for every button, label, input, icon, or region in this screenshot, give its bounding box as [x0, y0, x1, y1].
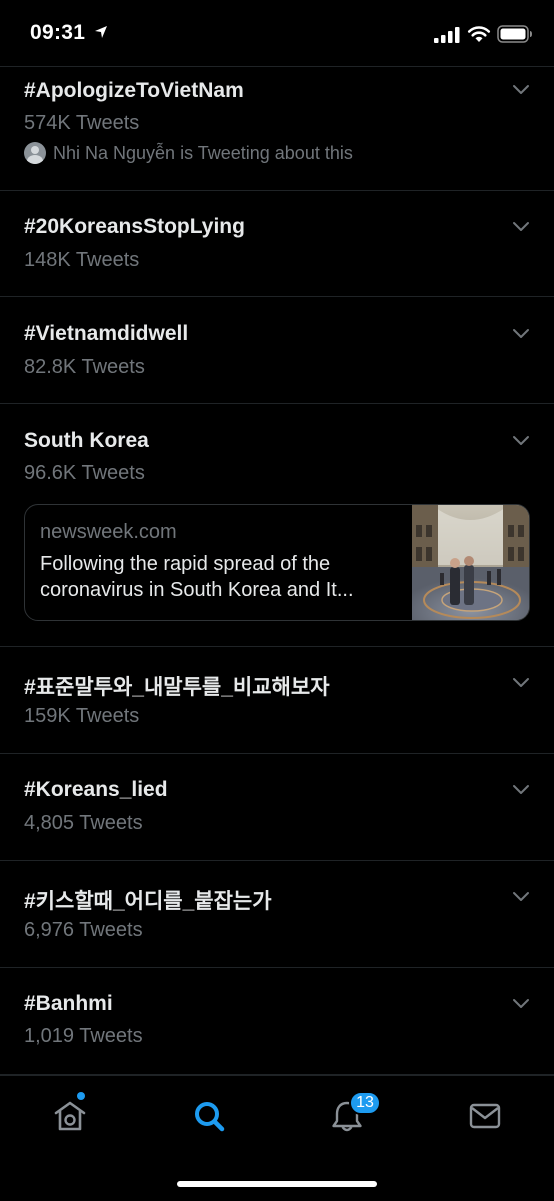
- location-arrow-icon: [95, 26, 107, 38]
- news-source: newsweek.com: [40, 521, 177, 543]
- status-time: 09:31: [30, 21, 86, 44]
- chevron-down-icon[interactable]: [512, 221, 530, 233]
- news-thumbnail-image: [412, 505, 529, 620]
- chevron-down-icon[interactable]: [512, 891, 530, 903]
- trend-tweet-count: 6,976 Tweets: [24, 919, 143, 941]
- trend-title: #ApologizeToVietNam: [24, 79, 244, 102]
- trend-title: #Koreans_lied: [24, 778, 168, 801]
- trend-title: #20KoreansStopLying: [24, 215, 245, 238]
- news-card[interactable]: newsweek.com Following the rapid spread …: [24, 504, 530, 621]
- tweeting-about-this: Nhi Na Nguyễn is Tweeting about this: [24, 142, 353, 164]
- trend-tweet-count: 4,805 Tweets: [24, 812, 143, 834]
- home-icon[interactable]: [50, 1096, 90, 1136]
- trend-item[interactable]: #ApologizeToVietNam 574K Tweets Nhi Na N…: [0, 66, 554, 191]
- chevron-down-icon[interactable]: [512, 998, 530, 1010]
- trend-title: #Banhmi: [24, 992, 113, 1015]
- wifi-icon: [467, 26, 491, 42]
- trend-item[interactable]: #Vietnamdidwell 82.8K Tweets: [0, 297, 554, 404]
- home-indicator[interactable]: [177, 1181, 377, 1187]
- trend-title: #표준말투와_내말투를_비교해보자: [24, 676, 330, 699]
- trend-tweet-count: 82.8K Tweets: [24, 356, 145, 378]
- status-bar: 09:31: [0, 0, 554, 67]
- trend-tweet-count: 159K Tweets: [24, 705, 140, 727]
- trend-title: #키스할때_어디를_붙잡는가: [24, 890, 272, 913]
- trend-item[interactable]: #표준말투와_내말투를_비교해보자 159K Tweets: [0, 647, 554, 754]
- trend-item[interactable]: #키스할때_어디를_붙잡는가 6,976 Tweets: [0, 861, 554, 968]
- trend-item[interactable]: #20KoreansStopLying 148K Tweets: [0, 191, 554, 297]
- trend-tweet-count: 96.6K Tweets: [24, 462, 145, 484]
- trend-item[interactable]: #Koreans_lied 4,805 Tweets: [0, 754, 554, 861]
- chevron-down-icon[interactable]: [512, 784, 530, 796]
- chevron-down-icon[interactable]: [512, 84, 530, 96]
- bottom-tab-bar: 13: [0, 1075, 554, 1201]
- battery-icon: [497, 25, 532, 43]
- trend-item[interactable]: #Banhmi 1,019 Tweets: [0, 968, 554, 1075]
- trend-item[interactable]: South Korea 96.6K Tweets newsweek.com Fo…: [0, 404, 554, 647]
- chevron-down-icon[interactable]: [512, 435, 530, 447]
- trend-tweet-count: 574K Tweets: [24, 112, 140, 134]
- trend-title: South Korea: [24, 429, 149, 452]
- messages-icon[interactable]: [465, 1096, 505, 1136]
- avatar: [24, 142, 46, 164]
- search-icon[interactable]: [189, 1096, 229, 1136]
- tweeting-text: Nhi Na Nguyễn is Tweeting about this: [53, 142, 353, 163]
- new-content-dot: [77, 1092, 85, 1100]
- news-headline: Following the rapid spread of the corona…: [40, 551, 400, 603]
- news-headline-line: coronavirus in South Korea and It...: [40, 579, 354, 601]
- cellular-signal-icon: [434, 27, 460, 43]
- chevron-down-icon[interactable]: [512, 328, 530, 340]
- trend-tweet-count: 148K Tweets: [24, 249, 140, 271]
- news-headline-line: Following the rapid spread of the: [40, 553, 331, 575]
- notification-count-badge: 13: [349, 1091, 381, 1115]
- trend-title: #Vietnamdidwell: [24, 322, 189, 345]
- trend-tweet-count: 1,019 Tweets: [24, 1025, 143, 1047]
- chevron-down-icon[interactable]: [512, 677, 530, 689]
